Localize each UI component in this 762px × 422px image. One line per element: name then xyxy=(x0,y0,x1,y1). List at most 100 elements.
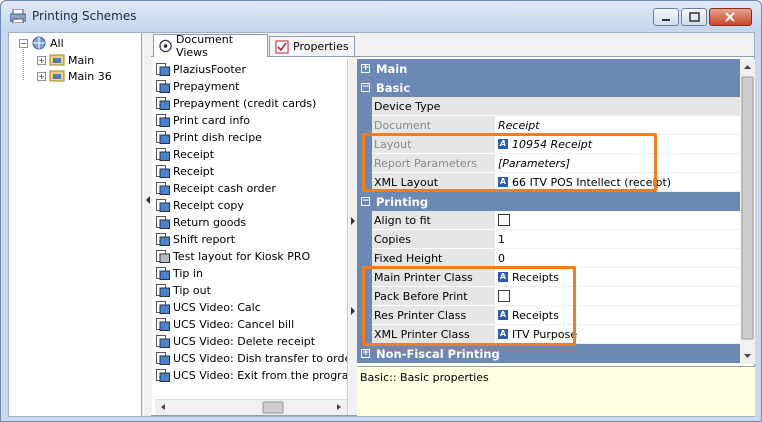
property-grid-scrollbar[interactable] xyxy=(740,59,755,364)
reference-icon: A xyxy=(498,139,508,149)
document-icon xyxy=(156,369,170,382)
prop-document[interactable]: Document Receipt xyxy=(357,116,740,135)
tree-item-label: Main xyxy=(68,53,95,67)
document-item-label: UCS Video: Exit from the program xyxy=(173,369,348,382)
tree-item-main[interactable]: + Main xyxy=(37,52,94,68)
prop-value[interactable] xyxy=(495,97,740,116)
document-icon xyxy=(156,199,170,212)
scroll-thumb[interactable] xyxy=(262,401,284,414)
document-item[interactable]: UCS Video: Calc xyxy=(156,299,261,316)
document-item[interactable]: Prepayment (credit cards) xyxy=(156,95,316,112)
prop-name: Copies xyxy=(372,230,495,249)
row-gutter xyxy=(357,97,372,116)
prop-copies[interactable]: Copies 1 xyxy=(357,230,740,249)
collapse-icon[interactable]: − xyxy=(361,197,370,206)
collapse-icon[interactable]: − xyxy=(19,38,28,48)
document-item[interactable]: UCS Video: Exit from the program xyxy=(156,367,348,384)
maximize-button[interactable] xyxy=(681,8,707,26)
document-item[interactable]: Print card info xyxy=(156,112,250,129)
left-splitter[interactable] xyxy=(144,57,152,415)
document-item[interactable]: Test layout for Kiosk PRO xyxy=(156,248,310,265)
prop-layout[interactable]: Layout A 10954 Receipt xyxy=(357,135,740,154)
document-icon xyxy=(156,267,170,280)
scroll-down-icon[interactable] xyxy=(744,354,751,358)
prop-value[interactable]: [Parameters] xyxy=(495,154,740,173)
close-button[interactable] xyxy=(709,8,752,26)
category-main[interactable]: + Main xyxy=(357,59,740,78)
prop-value-cell[interactable]: A 10954 Receipt xyxy=(495,135,740,154)
expand-icon[interactable]: + xyxy=(361,349,370,358)
category-non-fiscal-printing[interactable]: + Non-Fiscal Printing xyxy=(357,344,740,363)
prop-name: Main Printer Class xyxy=(372,268,495,287)
prop-xml-layout[interactable]: XML Layout A 66 ITV POS Intellect (receip… xyxy=(357,173,740,192)
right-splitter[interactable] xyxy=(349,57,357,415)
scroll-up-icon[interactable] xyxy=(744,65,751,69)
document-item[interactable]: UCS Video: Cancel bill xyxy=(156,316,294,333)
property-grid: + Main − Basic Device Type Document Receip… xyxy=(357,59,740,364)
expand-icon[interactable]: + xyxy=(37,71,46,81)
prop-fixed-height[interactable]: Fixed Height 0 xyxy=(357,249,740,268)
document-icon xyxy=(156,148,170,161)
document-item[interactable]: Prepayment xyxy=(156,78,240,95)
prop-value[interactable]: 1 xyxy=(495,230,740,249)
document-item-label: Tip out xyxy=(173,284,211,297)
document-item[interactable]: Tip out xyxy=(156,282,211,299)
prop-value-cell[interactable]: A ITV Purpose xyxy=(495,325,740,344)
tab-properties[interactable]: Properties xyxy=(269,36,355,56)
tab-document-views[interactable]: Document Views xyxy=(153,33,268,59)
prop-value-cell[interactable]: A 66 ITV POS Intellect (receipt) xyxy=(495,173,740,192)
expand-icon[interactable]: + xyxy=(37,55,46,65)
scroll-left-icon[interactable] xyxy=(161,404,165,410)
prop-align-to-fit[interactable]: Align to fit xyxy=(357,211,740,230)
prop-pack-before-print[interactable]: Pack Before Print xyxy=(357,287,740,306)
prop-device-type[interactable]: Device Type xyxy=(357,97,740,116)
prop-report-parameters[interactable]: Report Parameters [Parameters] xyxy=(357,154,740,173)
properties-icon xyxy=(275,40,289,53)
scroll-right-icon[interactable] xyxy=(337,404,341,410)
category-printing[interactable]: − Printing xyxy=(357,192,740,211)
prop-value[interactable]: 0 xyxy=(495,249,740,268)
prop-res-printer-class[interactable]: Res Printer Class A Receipts xyxy=(357,306,740,325)
document-views-panel: UCS Video: Exit from the program UCS Vide… xyxy=(144,56,755,416)
document-item[interactable]: UCS Video: Delete receipt xyxy=(156,333,315,350)
window-title: Printing Schemes xyxy=(32,9,137,23)
tree-item-label: Main 36 xyxy=(68,69,112,83)
minimize-button[interactable] xyxy=(653,8,679,26)
title-bar[interactable]: Printing Schemes xyxy=(1,1,761,31)
minimize-icon xyxy=(662,19,670,21)
document-item[interactable]: Print dish recipe xyxy=(156,129,262,146)
pack-before-print-checkbox[interactable] xyxy=(498,290,510,302)
tree-item-main-36[interactable]: + Main 36 xyxy=(37,68,112,84)
document-item[interactable]: Shift report xyxy=(156,231,235,248)
align-to-fit-checkbox[interactable] xyxy=(498,214,510,226)
scroll-thumb[interactable] xyxy=(741,76,754,340)
document-item[interactable]: Return goods xyxy=(156,214,246,231)
category-label: Non-Fiscal Printing xyxy=(376,346,500,361)
horizontal-scrollbar[interactable] xyxy=(155,399,347,415)
document-item-label: Receipt xyxy=(173,165,215,178)
document-item-label: PlaziusFooter xyxy=(173,63,246,76)
prop-value-cell[interactable]: A Receipts xyxy=(495,306,740,325)
document-item[interactable]: Receipt xyxy=(156,146,214,163)
prop-value-cell xyxy=(495,211,740,230)
category-label: Printing xyxy=(376,194,429,209)
document-icon xyxy=(156,80,170,93)
document-item[interactable]: Receipt xyxy=(156,163,214,180)
document-item[interactable]: Receipt copy xyxy=(156,197,244,214)
document-item[interactable]: Tip in xyxy=(156,265,203,282)
document-item-label: Return goods xyxy=(173,216,247,229)
collapse-icon[interactable]: − xyxy=(361,83,370,92)
prop-value-cell[interactable]: A Receipts xyxy=(495,268,740,287)
prop-value: Receipts xyxy=(512,308,559,322)
expand-icon[interactable]: + xyxy=(361,64,370,73)
category-basic[interactable]: − Basic xyxy=(357,78,740,97)
prop-xml-printer-class[interactable]: XML Printer Class A ITV Purpose xyxy=(357,325,740,344)
document-item[interactable]: UCS Video: Dish transfer to order xyxy=(156,350,347,367)
prop-main-printer-class[interactable]: Main Printer Class A Receipts xyxy=(357,268,740,287)
category-label: Basic xyxy=(376,80,411,95)
tree-item-all[interactable]: − All xyxy=(19,35,64,51)
document-item[interactable]: PlaziusFooter xyxy=(156,61,246,78)
document-item[interactable]: Receipt cash order xyxy=(156,180,276,197)
document-item-label: UCS Video: Calc xyxy=(173,301,261,314)
tab-label: Properties xyxy=(293,40,349,53)
